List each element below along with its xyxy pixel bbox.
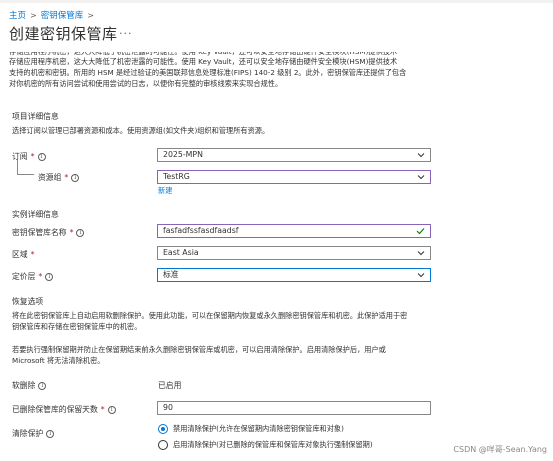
pricing-tier-dropdown[interactable]: 标准: [157, 268, 431, 282]
required-marker: *: [38, 272, 43, 281]
chevron-down-icon: [417, 273, 425, 278]
info-icon[interactable]: i: [38, 381, 47, 390]
instance-details-heading: 实例详细信息: [12, 210, 59, 219]
info-icon[interactable]: i: [107, 405, 116, 414]
chevron-down-icon: [417, 153, 425, 158]
tree-connector: [17, 174, 34, 175]
required-marker: *: [30, 250, 35, 259]
info-icon[interactable]: i: [37, 152, 46, 161]
checkmark-icon: [416, 228, 425, 235]
purge-enable-radio[interactable]: 启用清除保护(对已删除的保管库和保管库对象执行强制保留期): [158, 440, 373, 450]
create-new-resource-group-link[interactable]: 新建: [158, 186, 172, 196]
required-marker: *: [30, 152, 35, 161]
resource-group-dropdown[interactable]: TestRG: [157, 170, 431, 184]
vault-name-label: 密钥保管库名称 * i: [12, 227, 85, 238]
chevron-down-icon: [417, 175, 425, 180]
page-title: 创建密钥保管库: [9, 25, 118, 43]
info-icon[interactable]: i: [71, 173, 80, 182]
recovery-options-heading: 恢复选项: [12, 297, 44, 306]
chevron-down-icon: [417, 251, 425, 256]
info-icon[interactable]: i: [76, 228, 85, 237]
breadcrumb-home[interactable]: 主页: [9, 9, 26, 21]
project-details-desc: 选择订阅以管理已部署资源和成本。使用资源组(如文件夹)组织和管理所有资源。: [12, 126, 270, 135]
pricing-tier-label: 定价层 * i: [12, 271, 54, 282]
required-marker: *: [69, 228, 74, 237]
soft-delete-label: 软删除 i: [12, 380, 47, 391]
recovery-desc-2: 若要执行强制保留期并防止在保留期结束前永久删除密钥保管库或机密，可以启用清除保护…: [12, 345, 386, 365]
vault-name-input[interactable]: fasfadfssfasdfaadsf: [157, 224, 431, 238]
intro-line-3: 对你机密的所有访问尝试和使用尝试的日志，以便你有完整的审核线索来实现合规性。: [9, 79, 283, 88]
purge-disable-radio[interactable]: 禁用清除保护(允许在保留期内清除密钥保管库和对象): [158, 424, 344, 434]
required-marker: *: [64, 173, 69, 182]
soft-delete-value: 已启用: [158, 381, 182, 390]
watermark: CSDN @咩哥-Sean.Yang: [453, 445, 547, 454]
chevron-right-icon: >: [30, 10, 37, 20]
intro-line-1-full: 存储应用程序机密，这大大降低了机密泄露的可能性。使用 Key Vault，还可以…: [9, 57, 398, 66]
resource-group-label: 资源组 * i: [38, 172, 80, 183]
retention-days-input[interactable]: 90: [157, 401, 431, 415]
chevron-right-icon: >: [87, 10, 94, 20]
intro-line-2: 支持的机密和密钥。所用的 HSM 是经过验证的美国联邦信息处理标准(FIPS) …: [9, 68, 407, 77]
retention-days-label: 已删除保管库的保留天数 * i: [12, 404, 116, 415]
recovery-desc-1: 将在此密钥保管库上自动启用软删除保护。使用此功能，可以在保留期内恢复或永久删除密…: [12, 311, 408, 331]
required-marker: *: [100, 405, 105, 414]
top-divider: [0, 0, 553, 3]
intro-text: 存储应用程序机密，这大大降低了机密泄露的可能性。使用 Key Vault，还可以…: [9, 52, 544, 89]
radio-empty-icon: [158, 440, 168, 450]
tree-connector: [17, 160, 18, 174]
project-details-heading: 项目详细信息: [12, 112, 59, 121]
breadcrumb: 主页 > 密钥保管库 >: [9, 9, 94, 22]
purge-protection-label: 清除保护 i: [12, 428, 55, 439]
radio-selected-icon: [158, 424, 168, 434]
region-label: 区域 *: [12, 250, 35, 259]
more-options-icon[interactable]: ···: [119, 27, 133, 40]
info-icon[interactable]: i: [46, 429, 55, 438]
subscription-dropdown[interactable]: 2025-MPN: [157, 148, 431, 162]
region-dropdown[interactable]: East Asia: [157, 246, 431, 260]
breadcrumb-vaults[interactable]: 密钥保管库: [41, 9, 84, 21]
info-icon[interactable]: i: [45, 272, 54, 281]
